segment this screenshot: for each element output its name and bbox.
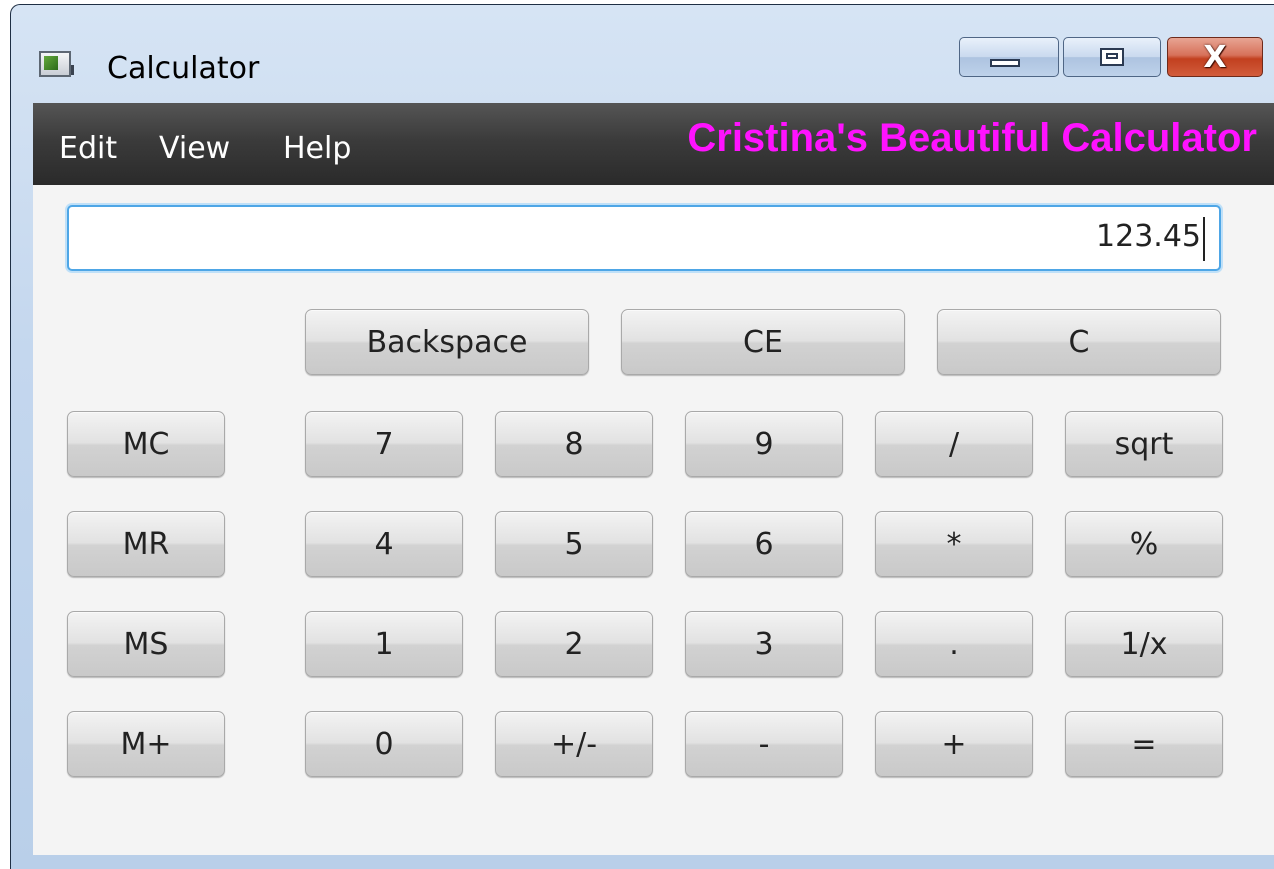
menu-bar: Edit View Help Cristina's Beautiful Calc… <box>33 103 1274 185</box>
display-value: 123.45 <box>1096 219 1201 254</box>
digit-9-button[interactable]: 9 <box>685 411 843 477</box>
close-button[interactable]: X <box>1167 37 1263 77</box>
sqrt-button[interactable]: sqrt <box>1065 411 1223 477</box>
menu-view[interactable]: View <box>159 129 230 169</box>
minimize-icon <box>990 59 1020 67</box>
digit-8-button[interactable]: 8 <box>495 411 653 477</box>
clear-button[interactable]: C <box>937 309 1221 375</box>
title-bar[interactable]: Calculator X <box>11 5 1274 103</box>
memory-clear-button[interactable]: MC <box>67 411 225 477</box>
menu-help[interactable]: Help <box>283 129 351 169</box>
sign-toggle-button[interactable]: +/- <box>495 711 653 777</box>
maximize-button[interactable] <box>1063 37 1161 77</box>
close-icon: X <box>1203 39 1227 75</box>
clear-entry-button[interactable]: CE <box>621 309 905 375</box>
display-field[interactable]: 123.45 <box>67 205 1221 271</box>
text-caret <box>1203 217 1205 261</box>
memory-store-button[interactable]: MS <box>67 611 225 677</box>
app-banner: Cristina's Beautiful Calculator <box>687 116 1257 160</box>
minimize-button[interactable] <box>959 37 1059 77</box>
digit-4-button[interactable]: 4 <box>305 511 463 577</box>
menu-edit[interactable]: Edit <box>59 129 117 169</box>
backspace-button[interactable]: Backspace <box>305 309 589 375</box>
calculator-window: Calculator X Edit View Help Cristina's B… <box>10 4 1274 869</box>
plus-button[interactable]: + <box>875 711 1033 777</box>
digit-5-button[interactable]: 5 <box>495 511 653 577</box>
reciprocal-button[interactable]: 1/x <box>1065 611 1223 677</box>
digit-0-button[interactable]: 0 <box>305 711 463 777</box>
minus-button[interactable]: - <box>685 711 843 777</box>
digit-2-button[interactable]: 2 <box>495 611 653 677</box>
decimal-button[interactable]: . <box>875 611 1033 677</box>
app-icon <box>39 51 75 79</box>
percent-button[interactable]: % <box>1065 511 1223 577</box>
window-title: Calculator <box>107 51 260 86</box>
calculator-body: Edit View Help Cristina's Beautiful Calc… <box>33 103 1274 855</box>
digit-3-button[interactable]: 3 <box>685 611 843 677</box>
digit-6-button[interactable]: 6 <box>685 511 843 577</box>
memory-recall-button[interactable]: MR <box>67 511 225 577</box>
divide-button[interactable]: / <box>875 411 1033 477</box>
maximize-icon <box>1100 48 1124 66</box>
digit-7-button[interactable]: 7 <box>305 411 463 477</box>
equals-button[interactable]: = <box>1065 711 1223 777</box>
digit-1-button[interactable]: 1 <box>305 611 463 677</box>
multiply-button[interactable]: * <box>875 511 1033 577</box>
memory-add-button[interactable]: M+ <box>67 711 225 777</box>
